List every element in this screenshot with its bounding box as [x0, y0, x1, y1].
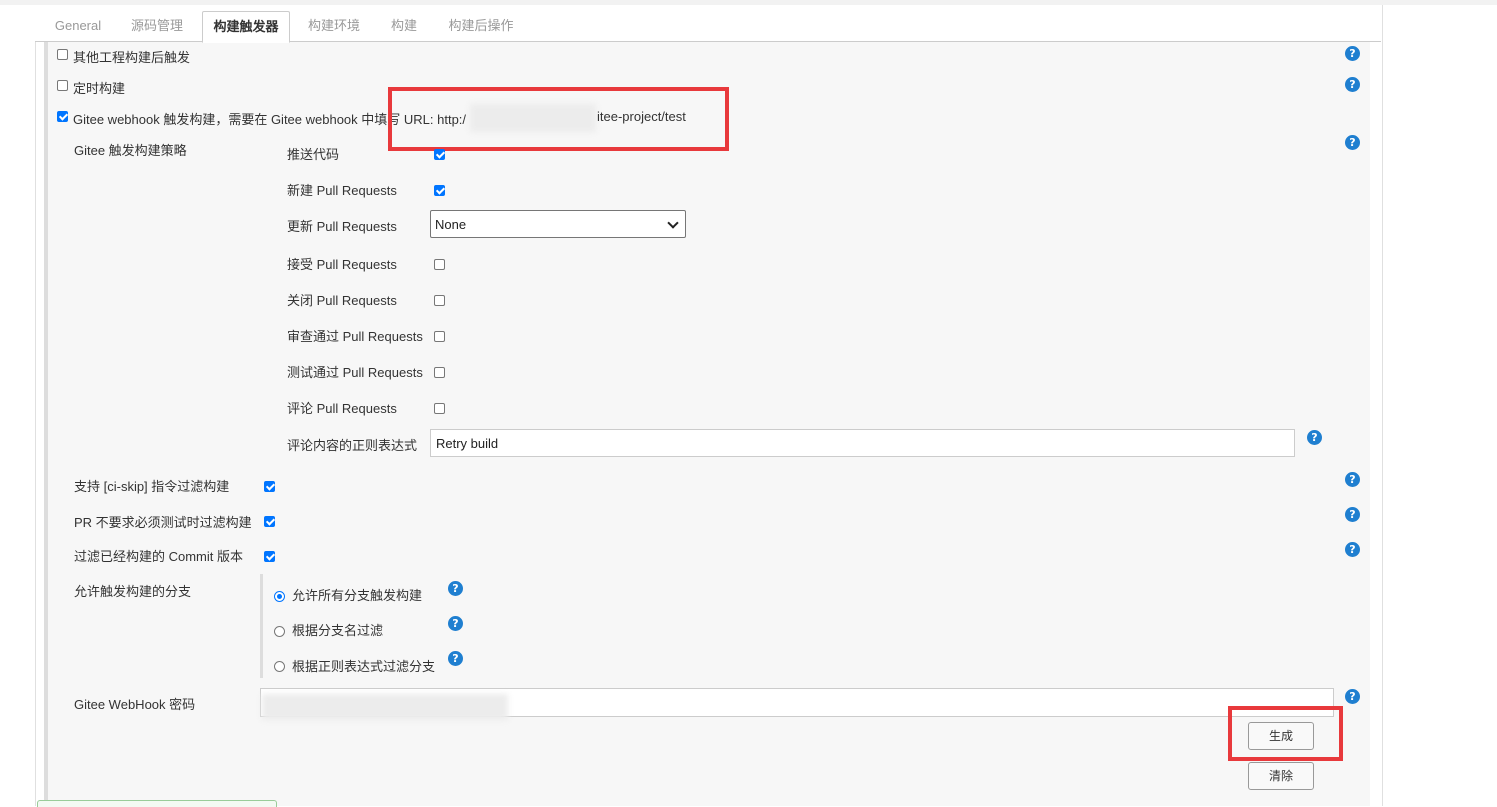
scheduled-build-label: 定时构建: [73, 81, 126, 96]
highlight-box-url: [388, 87, 729, 151]
branch-regex-filter-label: 根据正则表达式过滤分支: [292, 659, 436, 674]
push-code-label: 推送代码: [287, 147, 340, 162]
new-pr-checkbox[interactable]: [434, 185, 445, 196]
help-icon[interactable]: ?: [1345, 46, 1360, 61]
comment-pr-label: 评论 Pull Requests: [287, 401, 397, 416]
comment-regex-label: 评论内容的正则表达式: [287, 438, 418, 453]
section-left-bar: [44, 42, 48, 806]
comment-pr-checkbox[interactable]: [434, 403, 445, 414]
update-pr-select[interactable]: None: [430, 210, 686, 238]
comment-regex-value: Retry build: [436, 436, 499, 451]
all-branches-radio[interactable]: [274, 591, 285, 602]
scheduled-build-checkbox[interactable]: [57, 80, 68, 91]
strategy-title: Gitee 触发构建策略: [74, 143, 187, 158]
ci-skip-label: 支持 [ci-skip] 指令过滤构建: [74, 479, 230, 494]
help-icon[interactable]: ?: [1345, 472, 1360, 487]
tab-general[interactable]: General: [43, 11, 113, 41]
branches-group-bar: [260, 574, 263, 678]
filter-built-commit-checkbox[interactable]: [264, 551, 275, 562]
pr-no-test-checkbox[interactable]: [264, 516, 275, 527]
help-icon[interactable]: ?: [1345, 135, 1360, 150]
close-pr-label: 关闭 Pull Requests: [287, 293, 397, 308]
redacted-password: [262, 694, 508, 720]
tab-build-triggers[interactable]: 构建触发器: [202, 11, 290, 43]
tab-build[interactable]: 构建: [380, 11, 428, 41]
comment-regex-input[interactable]: Retry build: [430, 429, 1295, 457]
highlight-box-generate: [1228, 706, 1343, 761]
other-projects-label: 其他工程构建后触发: [73, 50, 191, 65]
webhook-password-label: Gitee WebHook 密码: [74, 697, 196, 712]
help-icon[interactable]: ?: [448, 581, 463, 596]
accept-pr-label: 接受 Pull Requests: [287, 257, 397, 272]
help-icon[interactable]: ?: [1345, 507, 1360, 522]
help-icon[interactable]: ?: [1345, 77, 1360, 92]
pr-no-test-label: PR 不要求必须测试时过滤构建: [74, 515, 252, 530]
test-pr-label: 测试通过 Pull Requests: [287, 365, 423, 380]
allowed-branches-label: 允许触发构建的分支: [74, 584, 192, 599]
test-pr-checkbox[interactable]: [434, 367, 445, 378]
tab-post-build-actions[interactable]: 构建后操作: [439, 11, 523, 41]
chevron-down-icon: [667, 217, 679, 229]
other-projects-checkbox[interactable]: [57, 49, 68, 60]
accept-pr-checkbox[interactable]: [434, 259, 445, 270]
push-code-checkbox[interactable]: [434, 149, 445, 160]
help-icon[interactable]: ?: [1345, 542, 1360, 557]
branch-name-filter-label: 根据分支名过滤: [292, 623, 384, 638]
branch-regex-filter-radio[interactable]: [274, 661, 285, 672]
update-pr-select-value: None: [435, 217, 467, 232]
ci-skip-checkbox[interactable]: [264, 481, 275, 492]
filter-built-commit-label: 过滤已经构建的 Commit 版本: [74, 549, 244, 564]
clear-button[interactable]: 清除: [1248, 762, 1314, 790]
tab-build-environment[interactable]: 构建环境: [299, 11, 369, 41]
all-branches-label: 允许所有分支触发构建: [292, 588, 423, 603]
help-icon[interactable]: ?: [448, 651, 463, 666]
gitee-webhook-checkbox[interactable]: [57, 111, 68, 122]
help-icon[interactable]: ?: [1307, 430, 1322, 445]
review-pr-checkbox[interactable]: [434, 331, 445, 342]
help-icon[interactable]: ?: [1345, 689, 1360, 704]
close-pr-checkbox[interactable]: [434, 295, 445, 306]
tab-source-management[interactable]: 源码管理: [121, 11, 193, 41]
branch-name-filter-radio[interactable]: [274, 626, 285, 637]
review-pr-label: 审查通过 Pull Requests: [287, 329, 423, 344]
update-pr-label: 更新 Pull Requests: [287, 219, 397, 234]
new-pr-label: 新建 Pull Requests: [287, 183, 397, 198]
tab-bar: General 源码管理 构建触发器 构建环境 构建 构建后操作: [35, 5, 1381, 43]
help-icon[interactable]: ?: [448, 616, 463, 631]
